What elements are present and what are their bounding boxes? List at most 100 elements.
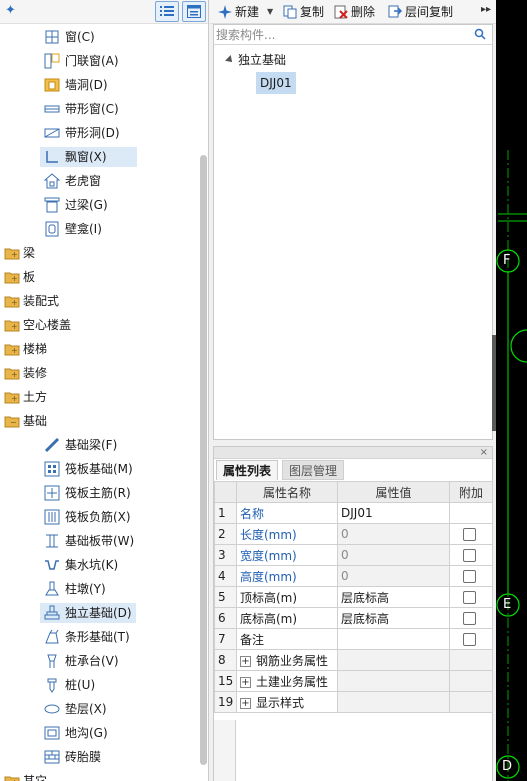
svg-text:+: + xyxy=(11,394,18,403)
property-value[interactable] xyxy=(337,628,450,650)
tree-item-label: 地沟(G) xyxy=(65,726,108,740)
folder-icon: + xyxy=(4,296,20,308)
tree-item-column-pier[interactable]: 柱墩(Y) xyxy=(0,578,200,600)
close-icon[interactable]: × xyxy=(480,447,488,459)
dormer-icon xyxy=(44,173,60,189)
axis-label-e: E xyxy=(503,597,512,612)
property-value[interactable]: 层底标高 xyxy=(337,586,450,608)
tab-layer-management[interactable]: 图层管理 xyxy=(282,460,345,480)
tree-category-stairs[interactable]: + 楼梯 xyxy=(0,338,200,360)
brick-mold-icon xyxy=(44,750,60,764)
list-view-button[interactable] xyxy=(155,1,179,22)
properties-panel: × 属性列表 图层管理 属性名称 属性值 附加 1 名称 DJJ01 2 长度(… xyxy=(213,446,493,781)
row-number: 5 xyxy=(214,586,237,608)
tree-item-label: 筏板负筋(X) xyxy=(65,510,131,524)
tree-item-cushion[interactable]: 垫层(X) xyxy=(0,698,200,720)
row-number-gutter xyxy=(214,720,236,781)
extra-checkbox[interactable] xyxy=(463,528,476,541)
tree-item-raft-main-rebar[interactable]: 筏板主筋(R) xyxy=(0,482,200,504)
extra-checkbox[interactable] xyxy=(463,549,476,562)
tree-item-isolated-foundation[interactable]: 独立基础(D) xyxy=(0,602,200,624)
component-instance-djj01[interactable]: DJJ01 xyxy=(256,72,296,94)
delete-button[interactable]: 删除 xyxy=(334,4,382,20)
floor-copy-button[interactable]: 层间复制 xyxy=(388,4,462,20)
tree-item-brick-mold[interactable]: 砖胎膜 xyxy=(0,746,200,768)
tree-item-strip-window[interactable]: 带形窗(C) xyxy=(0,98,200,120)
tree-item-pile[interactable]: 桩(U) xyxy=(0,674,200,696)
tree-item-dormer[interactable]: 老虎窗 xyxy=(0,170,200,192)
drawing-canvas[interactable]: F E D xyxy=(496,0,527,781)
tree-item-niche[interactable]: 壁龛(I) xyxy=(0,218,200,240)
foundation-strip-icon xyxy=(46,534,58,548)
property-group-label: 显示样式 xyxy=(256,695,305,710)
tree-category-slab[interactable]: + 板 xyxy=(0,266,200,288)
property-value[interactable]: 0 xyxy=(337,544,450,566)
new-button[interactable]: 新建 ▼ xyxy=(218,4,276,20)
property-group-rebar[interactable]: 8 + 钢筋业务属性 xyxy=(214,649,493,671)
collapse-triangle-icon[interactable] xyxy=(225,55,235,65)
tree-category-decoration[interactable]: + 装修 xyxy=(0,362,200,384)
tree-item-lintel[interactable]: 过梁(G) xyxy=(0,194,200,216)
extra-checkbox[interactable] xyxy=(463,612,476,625)
component-tree-panel: ✦ 窗(C) 门联窗(A) 墙洞(D) 带形窗(C) 带形洞(D) 飘窗(X) … xyxy=(0,0,209,781)
folder-icon: + xyxy=(4,272,20,284)
panel-view-button[interactable] xyxy=(182,1,206,22)
tree-item-foundation-strip[interactable]: 基础板带(W) xyxy=(0,530,200,552)
extra-checkbox[interactable] xyxy=(463,570,476,583)
tree-item-strip-foundation[interactable]: 条形基础(T) xyxy=(0,626,200,648)
add-sparkle-icon[interactable]: ✦ xyxy=(5,3,16,18)
row-number: 8 xyxy=(214,649,237,671)
folder-icon: + xyxy=(4,344,20,356)
property-value xyxy=(337,691,450,713)
axis-label-f: F xyxy=(503,253,511,268)
property-value[interactable]: DJJ01 xyxy=(337,502,450,524)
tree-category-prefab[interactable]: + 装配式 xyxy=(0,290,200,312)
tree-item-pile-cap[interactable]: 桩承台(V) xyxy=(0,650,200,672)
tree-item-sump-pit[interactable]: 集水坑(K) xyxy=(0,554,200,576)
property-group-display-style[interactable]: 19 + 显示样式 xyxy=(214,691,493,713)
tree-category-foundation[interactable]: − 基础 xyxy=(0,410,200,432)
tree-item-label: 桩(U) xyxy=(65,678,96,692)
tree-item-strip-opening[interactable]: 带形洞(D) xyxy=(0,122,200,144)
tree-item-bay-window[interactable]: 飘窗(X) xyxy=(0,146,200,168)
properties-header-strip xyxy=(214,447,492,459)
expand-plus-icon[interactable]: + xyxy=(240,676,251,688)
tab-property-list[interactable]: 属性列表 xyxy=(216,460,279,480)
delete-icon xyxy=(334,5,348,19)
property-value[interactable]: 0 xyxy=(337,565,450,587)
property-extra xyxy=(449,691,493,713)
tree-item-trench[interactable]: 地沟(G) xyxy=(0,722,200,744)
copy-label: 复制 xyxy=(300,5,325,19)
tree-item-raft-negative-rebar[interactable]: 筏板负筋(X) xyxy=(0,506,200,528)
tree-category-other[interactable]: + 其它 xyxy=(0,770,200,781)
property-value[interactable]: 层底标高 xyxy=(337,607,450,629)
toolbar-overflow-icon[interactable]: ▸▸ xyxy=(481,4,491,15)
expand-plus-icon[interactable]: + xyxy=(240,697,251,709)
strip-opening-icon xyxy=(44,128,60,138)
tree-category-beam[interactable]: + 梁 xyxy=(0,242,200,264)
expand-plus-icon[interactable]: + xyxy=(240,655,251,667)
search-icon[interactable] xyxy=(474,28,486,40)
property-group-civil[interactable]: 15 + 土建业务属性 xyxy=(214,670,493,692)
isolated-foundation-icon xyxy=(44,605,60,620)
tree-item-label: 砖胎膜 xyxy=(65,750,102,764)
tree-category-hollow-floor[interactable]: + 空心楼盖 xyxy=(0,314,200,336)
tree-category-label: 土方 xyxy=(23,390,48,404)
tree-item-window[interactable]: 窗(C) xyxy=(0,26,200,48)
new-sparkle-icon xyxy=(218,5,232,19)
tree-scrollbar-thumb[interactable] xyxy=(200,155,207,765)
pile-cap-icon xyxy=(47,654,57,668)
search-input[interactable] xyxy=(216,27,466,43)
tree-category-earthwork[interactable]: + 土方 xyxy=(0,386,200,408)
dropdown-arrow-icon[interactable]: ▼ xyxy=(267,4,273,20)
property-row-width: 3 宽度(mm) 0 xyxy=(214,544,493,566)
tree-item-door-window[interactable]: 门联窗(A) xyxy=(0,50,200,72)
tree-item-wall-opening[interactable]: 墙洞(D) xyxy=(0,74,200,96)
tree-item-raft-foundation[interactable]: 筏板基础(M) xyxy=(0,458,200,480)
tree-item-foundation-beam[interactable]: 基础梁(F) xyxy=(0,434,200,456)
extra-checkbox[interactable] xyxy=(463,633,476,646)
extra-checkbox[interactable] xyxy=(463,591,476,604)
axis-bubble-partial xyxy=(510,329,527,363)
property-value[interactable]: 0 xyxy=(337,523,450,545)
copy-button[interactable]: 复制 xyxy=(283,4,331,20)
